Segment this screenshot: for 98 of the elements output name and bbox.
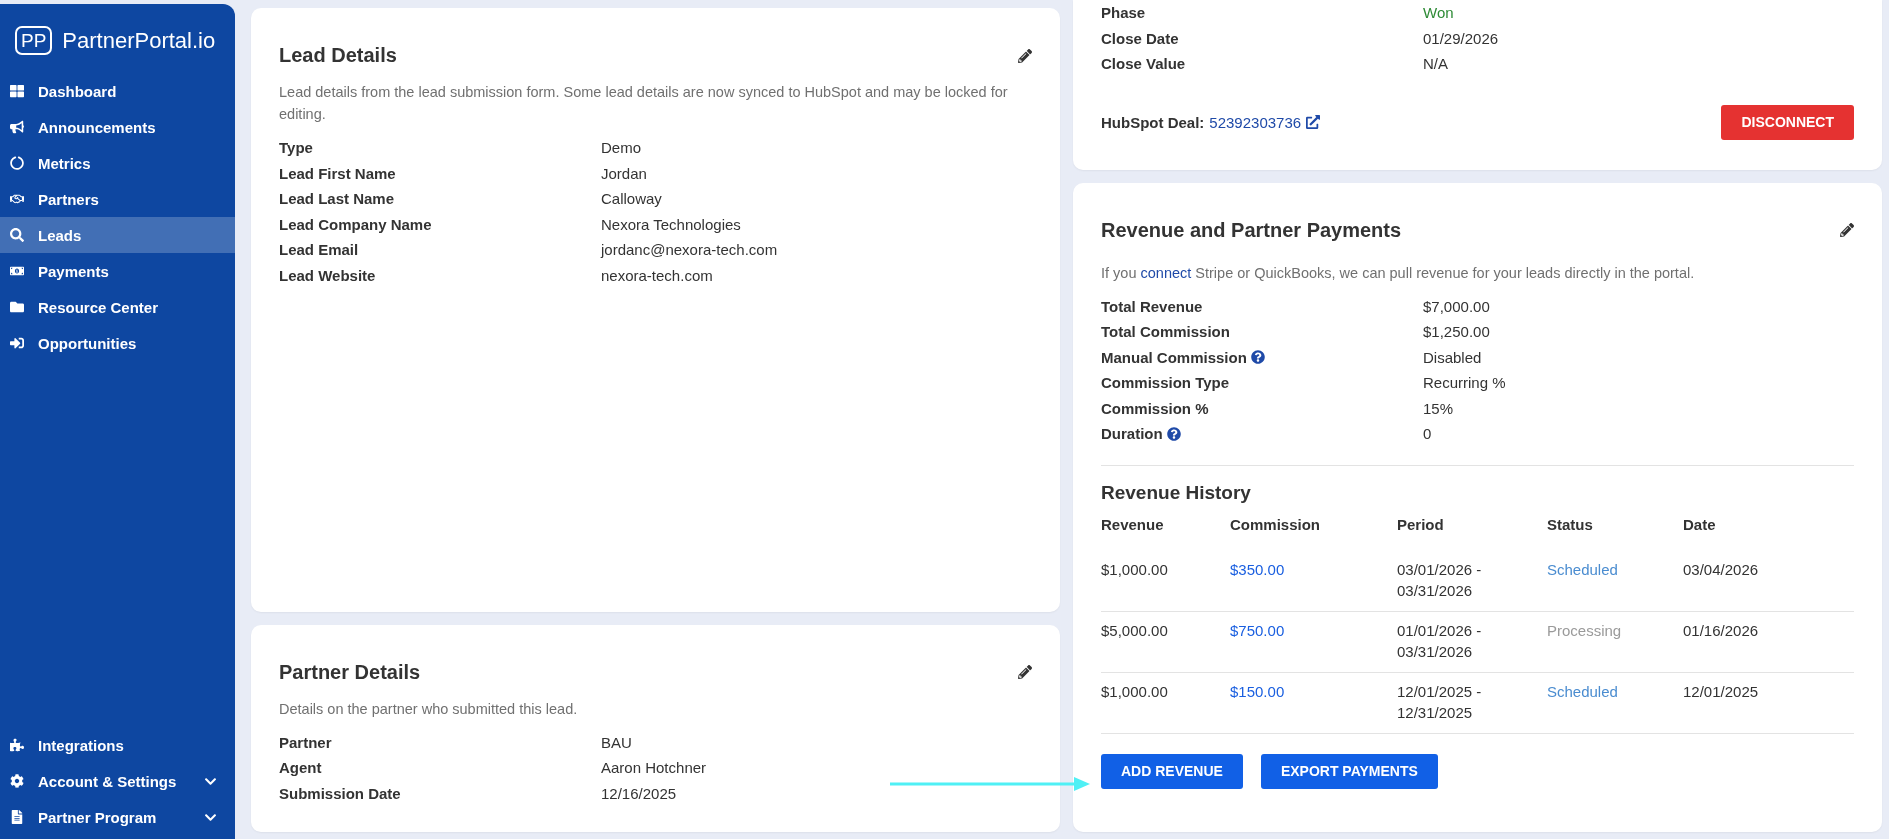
field-value: Recurring % <box>1423 374 1507 392</box>
connect-link[interactable]: connect <box>1140 264 1192 281</box>
field-label: Total Commission <box>1101 323 1230 341</box>
field-label: Submission Date <box>279 784 402 802</box>
table-cell: 12/01/2025 - 12/31/2025 <box>1397 672 1547 734</box>
sidebar-item[interactable]: Payments <box>0 253 235 289</box>
table-cell: 01/16/2026 <box>1683 611 1854 673</box>
action-button[interactable]: EXPORT PAYMENTS <box>1260 753 1438 789</box>
folder-icon <box>10 300 24 314</box>
card-title: Partner Details <box>279 660 421 684</box>
field-value: Aaron Hotchner <box>601 759 708 777</box>
field-label: Agent <box>279 759 323 777</box>
status-text: Processing <box>1547 611 1683 673</box>
pencil-icon[interactable] <box>1840 223 1854 237</box>
card-description: Details on the partner who submitted this lead. <box>279 699 579 719</box>
hubspot-label: HubSpot Deal: <box>1101 113 1205 131</box>
field-label: Close Value <box>1101 55 1187 73</box>
external-link-icon[interactable] <box>1306 115 1321 129</box>
table-cell: 03/04/2026 <box>1683 550 1854 612</box>
field-label: Commission % <box>1101 399 1209 417</box>
settings-icon <box>10 774 24 788</box>
field-value: Demo <box>601 139 642 157</box>
field-label: Lead First Name <box>279 164 397 182</box>
card-title: Revenue and Partner Payments <box>1101 218 1402 242</box>
field-value: $1,250.00 <box>1423 323 1491 341</box>
sidebar-item[interactable]: Announcements <box>0 109 235 145</box>
column-header: Revenue <box>1101 515 1165 535</box>
field-label: Lead Last Name <box>279 190 396 208</box>
sidebar-item[interactable]: Metrics <box>0 145 235 181</box>
column-header: Period <box>1397 515 1445 535</box>
column-header: Status <box>1547 515 1594 535</box>
card-description: If you connect Stripe or QuickBooks, we can pull revenue for your leads directly in the portal. <box>1101 263 1696 283</box>
document-icon <box>10 810 24 824</box>
help-icon[interactable] <box>1250 350 1265 365</box>
sidebar-item[interactable]: Dashboard <box>0 73 235 109</box>
field-value: Disabled <box>1423 348 1483 366</box>
banknote-icon <box>10 264 24 278</box>
field-label: Lead Company Name <box>279 215 433 233</box>
card-description: Lead details from the lead submission form. Some lead details are now synced to HubSpot and may be locked for editing. <box>279 83 1009 124</box>
pencil-icon[interactable] <box>1018 665 1032 679</box>
field-label: Total Revenue <box>1101 297 1203 315</box>
megaphone-icon <box>10 120 24 134</box>
table-cell: $1,000.00 <box>1101 672 1230 734</box>
sign-in-icon <box>10 336 24 350</box>
commission-link[interactable]: $350.00 <box>1230 550 1397 612</box>
field-label: Phase <box>1101 4 1147 22</box>
sidebar-item[interactable]: Integrations <box>0 727 235 763</box>
table-cell: 12/01/2025 <box>1683 672 1854 734</box>
field-label: Commission Type <box>1101 374 1230 392</box>
column-header: Commission <box>1230 515 1321 535</box>
search-icon <box>10 228 24 242</box>
field-value: 01/29/2026 <box>1423 29 1500 47</box>
hubspot-deal-link[interactable]: 52392303736 <box>1209 113 1302 131</box>
sidebar-item[interactable]: Partners <box>0 181 235 217</box>
handshake-icon <box>10 192 24 206</box>
field-value: 15% <box>1423 399 1455 417</box>
field-label: Close Date <box>1101 29 1180 47</box>
help-icon[interactable] <box>1166 426 1181 441</box>
logo-text: PartnerPortal.io <box>62 27 216 54</box>
field-value: Won <box>1423 4 1455 22</box>
sidebar-item[interactable]: Leads <box>0 217 235 253</box>
table-cell: $5,000.00 <box>1101 611 1230 673</box>
field-value: BAU <box>601 733 633 751</box>
field-label: Duration <box>1101 425 1163 443</box>
table-cell: 01/01/2026 - 03/31/2026 <box>1397 611 1547 673</box>
field-label: Lead Website <box>279 266 377 284</box>
field-label: Partner <box>279 733 333 751</box>
field-value: Nexora Technologies <box>601 215 742 233</box>
sidebar-item[interactable]: Account & Settings <box>0 763 235 799</box>
field-value: 12/16/2025 <box>601 784 678 802</box>
status-text: Scheduled <box>1547 672 1683 734</box>
sidebar-item[interactable]: Opportunities <box>0 325 235 361</box>
field-value: 0 <box>1423 425 1433 443</box>
field-value: jordanc@nexora-tech.com <box>601 241 779 259</box>
pencil-icon[interactable] <box>1018 48 1032 63</box>
field-value: Calloway <box>601 190 663 208</box>
field-label: Lead Email <box>279 241 360 259</box>
status-text: Scheduled <box>1547 550 1683 612</box>
field-value: N/A <box>1423 55 1449 73</box>
field-value: Jordan <box>601 164 648 182</box>
puzzle-icon <box>10 738 24 752</box>
disconnect-button[interactable]: DISCONNECT <box>1721 104 1854 140</box>
sidebar-item[interactable]: Resource Center <box>0 289 235 325</box>
dashboard-icon <box>10 84 24 98</box>
field-value: nexora-tech.com <box>601 266 714 284</box>
card-title: Lead Details <box>279 44 397 67</box>
field-label: Type <box>279 139 314 157</box>
section-title: Revenue History <box>1101 481 1252 504</box>
field-label: Manual Commission <box>1101 348 1247 366</box>
column-header: Date <box>1683 515 1717 535</box>
commission-link[interactable]: $150.00 <box>1230 672 1397 734</box>
table-cell: 03/01/2026 - 03/31/2026 <box>1397 550 1547 612</box>
commission-link[interactable]: $750.00 <box>1230 611 1397 673</box>
sidebar-item[interactable]: Partner Program <box>0 799 235 835</box>
action-button[interactable]: ADD REVENUE <box>1101 753 1243 789</box>
table-cell: $1,000.00 <box>1101 550 1230 612</box>
field-value: $7,000.00 <box>1423 297 1491 315</box>
logo-mark: PP <box>15 26 53 55</box>
